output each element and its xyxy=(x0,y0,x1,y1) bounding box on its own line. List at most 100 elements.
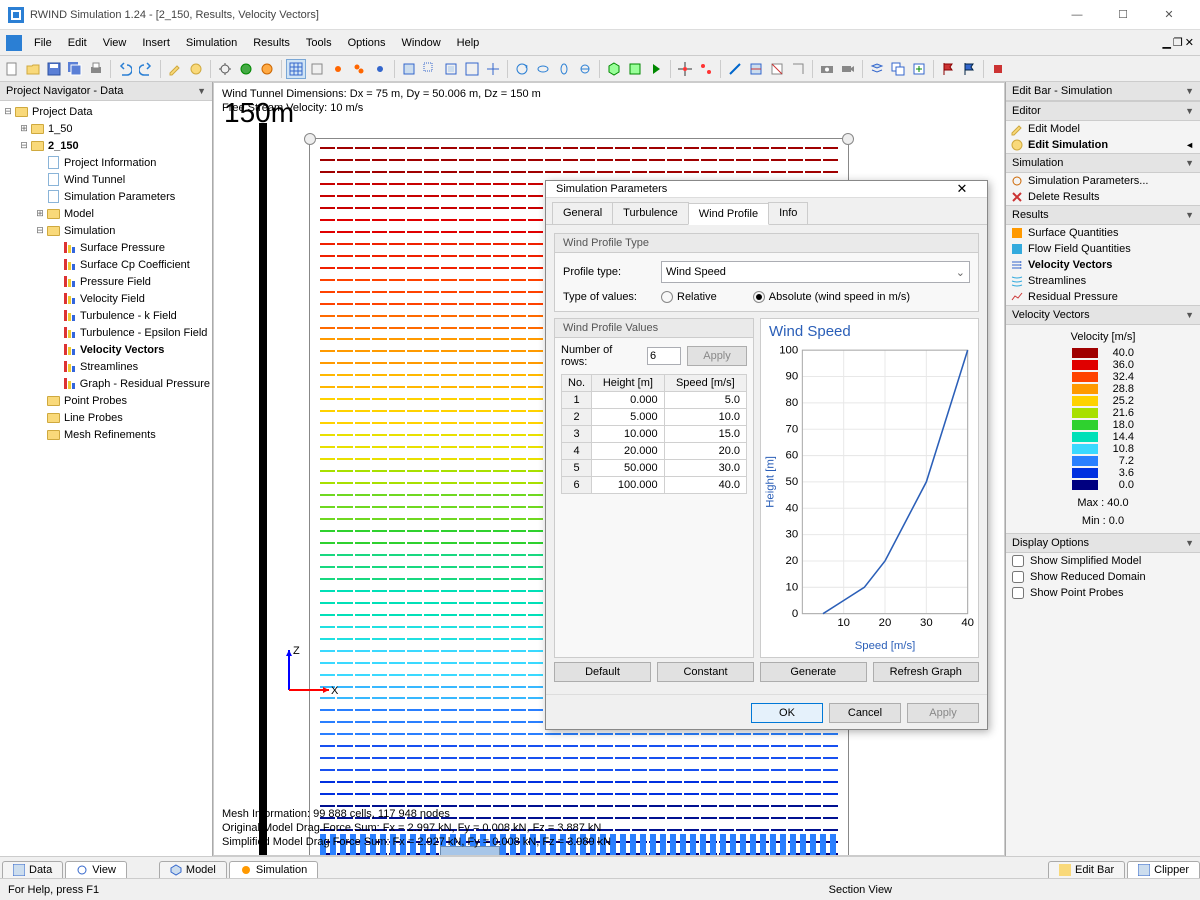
video-icon[interactable] xyxy=(838,59,858,79)
edit-simulation-item[interactable]: Edit Simulation◄ xyxy=(1006,137,1200,153)
dialog-close-button[interactable]: ✕ xyxy=(947,181,977,197)
pan-icon[interactable] xyxy=(483,59,503,79)
mdi-close-icon[interactable]: ✕ xyxy=(1185,36,1194,49)
checkbox-option[interactable]: Show Simplified Model xyxy=(1006,553,1200,569)
minimize-button[interactable]: — xyxy=(1054,0,1100,30)
tab-model[interactable]: Model xyxy=(159,861,227,878)
tree-node[interactable]: Graph - Residual Pressure xyxy=(0,375,212,392)
cancel-button[interactable]: Cancel xyxy=(829,703,901,723)
table-row[interactable]: 420.00020.0 xyxy=(562,443,747,460)
measure-icon[interactable] xyxy=(725,59,745,79)
menu-insert[interactable]: Insert xyxy=(134,34,178,52)
rotate4-icon[interactable] xyxy=(575,59,595,79)
tree-node[interactable]: Point Probes xyxy=(0,392,212,409)
saveall-icon[interactable] xyxy=(65,59,85,79)
rotate3-icon[interactable] xyxy=(554,59,574,79)
generate-button[interactable]: Generate xyxy=(760,662,867,682)
tree-node[interactable]: Turbulence - k Field xyxy=(0,307,212,324)
menu-file[interactable]: File xyxy=(26,34,60,52)
tree-node[interactable]: Velocity Field xyxy=(0,290,212,307)
tree-node[interactable]: Velocity Vectors xyxy=(0,341,212,358)
section-icon[interactable] xyxy=(746,59,766,79)
tree-node[interactable]: ⊞1_50 xyxy=(0,120,212,137)
tree-node[interactable]: ⊟Simulation xyxy=(0,222,212,239)
collapse-icon[interactable]: ▼ xyxy=(1185,86,1194,96)
play-icon[interactable] xyxy=(646,59,666,79)
residual-pressure-item[interactable]: Residual Pressure xyxy=(1006,289,1200,305)
delete-results-item[interactable]: Delete Results xyxy=(1006,189,1200,205)
sim-params-icon[interactable] xyxy=(215,59,235,79)
table-row[interactable]: 10.0005.0 xyxy=(562,392,747,409)
tab-wind-profile[interactable]: Wind Profile xyxy=(688,203,769,225)
tab-editbar[interactable]: Edit Bar xyxy=(1048,861,1125,878)
sim-gear-icon[interactable] xyxy=(328,59,348,79)
menu-tools[interactable]: Tools xyxy=(298,34,340,52)
edit-simulation-icon[interactable] xyxy=(186,59,206,79)
grid-icon[interactable] xyxy=(286,59,306,79)
clip-icon[interactable] xyxy=(788,59,808,79)
tab-simulation[interactable]: Simulation xyxy=(229,861,318,878)
tree-node[interactable]: Turbulence - Epsilon Field xyxy=(0,324,212,341)
tab-clipper[interactable]: Clipper xyxy=(1127,861,1200,878)
menu-edit[interactable]: Edit xyxy=(60,34,95,52)
tab-data[interactable]: Data xyxy=(2,861,63,878)
probe-icon[interactable] xyxy=(675,59,695,79)
table-row[interactable]: 310.00015.0 xyxy=(562,426,747,443)
tab-general[interactable]: General xyxy=(552,202,613,224)
rotate-icon[interactable] xyxy=(512,59,532,79)
rotate2-icon[interactable] xyxy=(533,59,553,79)
close-button[interactable]: ✕ xyxy=(1146,0,1192,30)
tree-node[interactable]: ⊞Model xyxy=(0,205,212,222)
resize-handle[interactable] xyxy=(842,133,854,145)
edit-model-icon[interactable] xyxy=(165,59,185,79)
stop-icon[interactable] xyxy=(988,59,1008,79)
dialog-apply-button[interactable]: Apply xyxy=(907,703,979,723)
surface-quantities-item[interactable]: Surface Quantities xyxy=(1006,225,1200,241)
view-cube-icon[interactable] xyxy=(399,59,419,79)
camera-icon[interactable] xyxy=(817,59,837,79)
dup-icon[interactable] xyxy=(888,59,908,79)
slice-icon[interactable] xyxy=(767,59,787,79)
sim-params-item[interactable]: Simulation Parameters... xyxy=(1006,173,1200,189)
mdi-minimize-icon[interactable]: ▁ xyxy=(1162,36,1170,49)
print-icon[interactable] xyxy=(86,59,106,79)
table-row[interactable]: 6100.00040.0 xyxy=(562,477,747,494)
flag-red-icon[interactable] xyxy=(938,59,958,79)
flow-field-item[interactable]: Flow Field Quantities xyxy=(1006,241,1200,257)
save-icon[interactable] xyxy=(44,59,64,79)
ok-button[interactable]: OK xyxy=(751,703,823,723)
menu-view[interactable]: View xyxy=(95,34,135,52)
checkbox-option[interactable]: Show Point Probes xyxy=(1006,585,1200,601)
edit-model-item[interactable]: Edit Model xyxy=(1006,121,1200,137)
maximize-button[interactable]: ☐ xyxy=(1100,0,1146,30)
open-icon[interactable] xyxy=(23,59,43,79)
menu-results[interactable]: Results xyxy=(245,34,298,52)
iso-icon[interactable] xyxy=(604,59,624,79)
front-icon[interactable] xyxy=(625,59,645,79)
table-row[interactable]: 25.00010.0 xyxy=(562,409,747,426)
wireframe-icon[interactable] xyxy=(307,59,327,79)
checkbox-option[interactable]: Show Reduced Domain xyxy=(1006,569,1200,585)
refresh-button[interactable]: Refresh Graph xyxy=(873,662,980,682)
table-row[interactable]: 550.00030.0 xyxy=(562,460,747,477)
tree-node[interactable]: Surface Cp Coefficient xyxy=(0,256,212,273)
tab-turbulence[interactable]: Turbulence xyxy=(612,202,689,224)
tree-node[interactable]: Simulation Parameters xyxy=(0,188,212,205)
radio-relative[interactable]: Relative xyxy=(661,291,717,303)
tree-node[interactable]: ⊟2_150 xyxy=(0,137,212,154)
wind-profile-table[interactable]: No. Height [m] Speed [m/s] 10.0005.025.0… xyxy=(561,374,747,494)
velocity-vectors-item[interactable]: Velocity Vectors xyxy=(1006,257,1200,273)
flag-blue-icon[interactable] xyxy=(959,59,979,79)
tree-node[interactable]: ⊟Project Data xyxy=(0,103,212,120)
delete-results-icon[interactable] xyxy=(257,59,277,79)
tab-view[interactable]: View xyxy=(65,861,127,878)
export-icon[interactable] xyxy=(909,59,929,79)
tree-node[interactable]: Pressure Field xyxy=(0,273,212,290)
collapse-icon[interactable]: ▼ xyxy=(197,86,206,96)
streamlines-item[interactable]: Streamlines xyxy=(1006,273,1200,289)
menu-help[interactable]: Help xyxy=(449,34,488,52)
layers-icon[interactable] xyxy=(867,59,887,79)
num-rows-input[interactable] xyxy=(647,347,681,365)
apply-rows-button[interactable]: Apply xyxy=(687,346,747,366)
redo-icon[interactable] xyxy=(136,59,156,79)
